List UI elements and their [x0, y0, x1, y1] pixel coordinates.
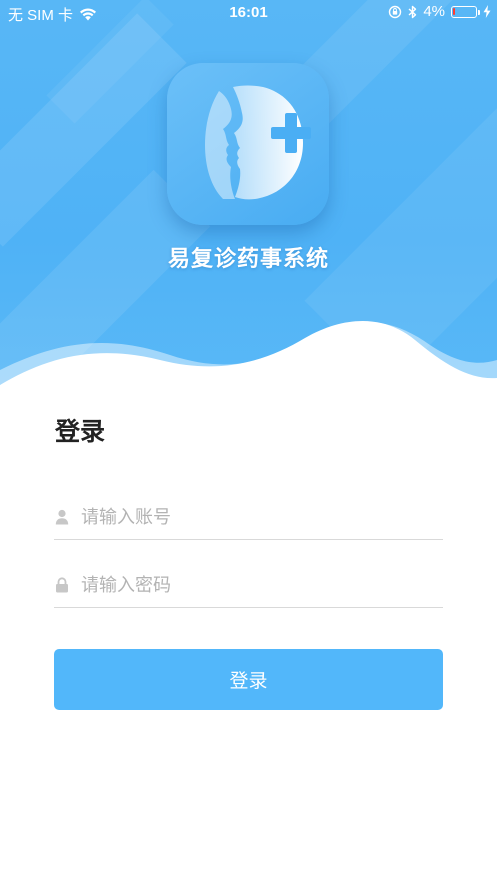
bluetooth-icon: [408, 5, 417, 18]
password-input[interactable]: [81, 568, 431, 602]
password-field: [54, 563, 443, 608]
charging-icon: [483, 5, 491, 18]
battery-icon: [451, 5, 480, 18]
battery-level: [453, 7, 455, 15]
app-title: 易复诊药事系统: [167, 247, 329, 272]
battery-percent: 4%: [423, 3, 445, 20]
login-button[interactable]: 登录: [54, 649, 443, 710]
account-field: [54, 495, 443, 540]
lock-icon: [56, 577, 68, 593]
header-wave: [0, 321, 497, 400]
status-bar: 无 SIM 卡 16:01 4%: [0, 0, 497, 26]
user-icon: [55, 509, 69, 525]
face-profile-plus-icon: [205, 85, 311, 200]
app-logo: [167, 63, 329, 225]
account-input[interactable]: [81, 500, 431, 534]
status-right: 4%: [388, 3, 491, 20]
login-screen: 无 SIM 卡 16:01 4% 易复诊药事系统 登录 请输入账号 登录: [0, 0, 497, 883]
login-heading: 登录: [55, 417, 106, 446]
orientation-lock-icon: [389, 5, 402, 18]
